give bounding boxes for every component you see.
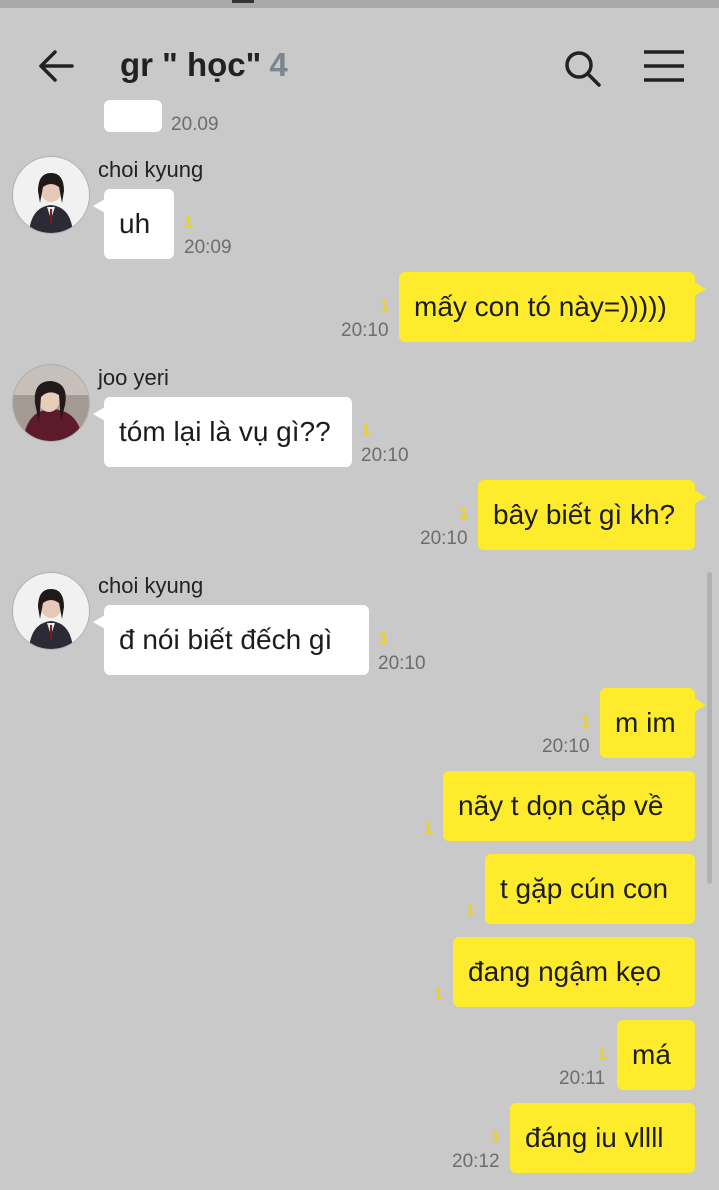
avatar-image (13, 573, 89, 649)
message-bubble-partial[interactable] (104, 100, 162, 132)
message-bubble[interactable]: tóm lại là vụ gì?? (93, 397, 352, 467)
message-bubble[interactable]: đáng iu vllll (510, 1103, 695, 1173)
unread-count: 1 (362, 422, 371, 439)
avatar-choi-kyung[interactable] (12, 156, 90, 234)
unread-count: 1 (491, 1129, 500, 1146)
chat-name: gr " học" (120, 46, 262, 83)
chat-title[interactable]: gr " học" 4 (120, 46, 288, 84)
message-bubble[interactable]: nãy t dọn cặp về (443, 771, 695, 841)
message-time: 20:12 (452, 1151, 500, 1172)
sender-name: choi kyung (98, 573, 204, 598)
member-count: 4 (269, 46, 288, 83)
unread-count: 1 (379, 630, 388, 647)
message-bubble[interactable]: đang ngậm kẹo (453, 937, 695, 1007)
sender-name: choi kyung (98, 157, 204, 182)
avatar-image (13, 157, 89, 233)
unread-count: 1 (466, 903, 475, 920)
message-time: 20:11 (559, 1068, 606, 1089)
unread-count: 1 (424, 820, 433, 837)
search-icon[interactable] (562, 48, 602, 88)
message-bubble[interactable]: má (617, 1020, 695, 1090)
sender-name: joo yeri (98, 365, 169, 390)
message-time: 20.09 (171, 114, 219, 135)
unread-count: 1 (380, 298, 389, 315)
message-bubble[interactable]: đ nói biết đếch gì (93, 605, 369, 675)
message-time: 20:10 (361, 445, 409, 466)
avatar-image (13, 365, 89, 441)
message-time: 20:10 (341, 320, 389, 341)
message-time: 20:10 (542, 736, 590, 757)
status-bar (0, 0, 719, 8)
avatar-joo-yeri[interactable] (12, 364, 90, 442)
menu-icon[interactable] (642, 48, 686, 84)
avatar-choi-kyung[interactable] (12, 572, 90, 650)
back-arrow-icon[interactable] (36, 48, 76, 84)
unread-count: 1 (581, 714, 590, 731)
status-indicator (232, 0, 254, 3)
unread-count: 1 (598, 1046, 607, 1063)
message-bubble[interactable]: bây biết gì kh? (478, 480, 706, 550)
message-time: 20:09 (184, 237, 232, 258)
message-bubble[interactable]: t gặp cún con (485, 854, 695, 924)
unread-count: 1 (459, 506, 468, 523)
unread-count: 1 (184, 214, 193, 231)
unread-count: 1 (434, 986, 443, 1003)
message-time: 20:10 (378, 653, 426, 674)
message-time: 20:10 (420, 528, 468, 549)
message-bubble[interactable]: uh (93, 189, 174, 259)
scrollbar[interactable] (707, 572, 712, 884)
message-bubble[interactable]: m im (600, 688, 706, 758)
message-bubble[interactable]: mấy con tó này=))))) (399, 272, 706, 342)
